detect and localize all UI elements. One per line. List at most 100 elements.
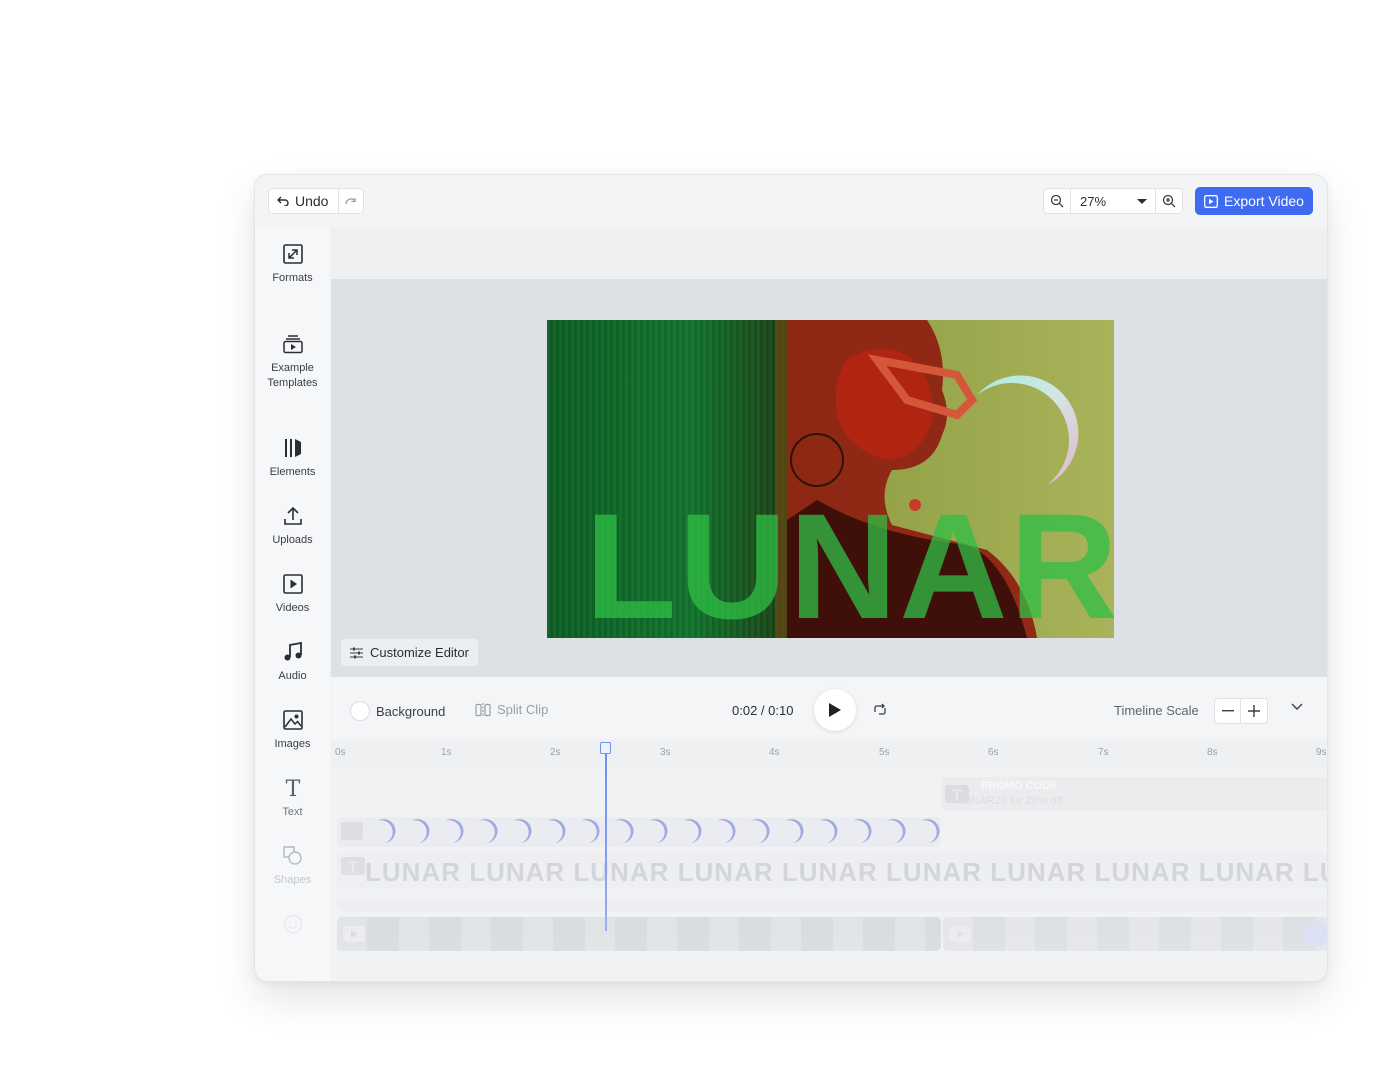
video-editor-window: Undo 27% Export Video Formats Example Te… xyxy=(254,174,1328,982)
redo-button[interactable] xyxy=(339,189,363,213)
ruler-tick: 4s xyxy=(769,747,780,758)
undo-icon xyxy=(277,196,289,206)
split-label: Split Clip xyxy=(497,702,549,717)
svg-text:T: T xyxy=(349,860,358,875)
playback-controls: Background Split Clip 0:02 / 0:10 Timeli… xyxy=(331,677,1327,739)
ruler-tick: 8s xyxy=(1207,747,1218,758)
music-icon xyxy=(284,641,302,661)
video-clip[interactable] xyxy=(943,917,1327,951)
sidebar-item-label: Text xyxy=(282,806,303,818)
moon-thumbnails xyxy=(341,819,940,843)
timeline-scale-label: Timeline Scale xyxy=(1114,703,1199,718)
zoom-controls: 27% xyxy=(1043,188,1183,214)
svg-text:T: T xyxy=(285,777,300,799)
background-label: Background xyxy=(376,703,446,719)
undo-button[interactable]: Undo xyxy=(269,189,340,213)
zoom-value: 27% xyxy=(1080,193,1107,209)
elements-icon xyxy=(284,439,301,457)
text-clip-subtitle: LUNAR20 for 20% off xyxy=(957,795,1063,807)
ruler-tick: 6s xyxy=(988,747,999,758)
redo-icon xyxy=(345,198,357,205)
export-label: Export Video xyxy=(1224,193,1304,209)
upload-icon xyxy=(283,506,302,525)
play-icon xyxy=(829,703,841,717)
ruler-tick: 3s xyxy=(660,747,671,758)
headline-text-clip[interactable]: T LUNAR LUNAR LUNAR LUNAR LUNAR LUNAR LU… xyxy=(337,853,1327,889)
zoom-select[interactable]: 27% xyxy=(1070,189,1156,213)
sidebar-item-elements[interactable]: Elements xyxy=(255,437,330,480)
customize-editor-button[interactable]: Customize Editor xyxy=(341,639,478,666)
background-toggle[interactable]: Background xyxy=(350,701,445,721)
ruler-tick: 2s xyxy=(550,747,561,758)
sidebar-item-images[interactable]: Images xyxy=(255,709,330,752)
sidebar-item-label: Elements xyxy=(269,466,316,478)
clip-end-marker xyxy=(1303,921,1327,947)
text-clip-icon: T xyxy=(341,857,365,875)
timeline-tracks: T PROMO CODE LUNAR20 for 20% off T LUNAR… xyxy=(331,767,1327,981)
headline-track-text: LUNAR LUNAR LUNAR LUNAR LUNAR LUNAR LUNA… xyxy=(365,857,1327,887)
scale-increase-button[interactable] xyxy=(1241,699,1267,723)
playhead[interactable] xyxy=(605,747,607,931)
text-clip-title: PROMO CODE xyxy=(981,780,1058,792)
top-toolbar: Undo 27% Export Video xyxy=(255,175,1327,227)
video-icon xyxy=(282,574,303,594)
formats-icon xyxy=(282,244,303,264)
minus-icon xyxy=(1221,710,1234,712)
sidebar: Formats Example Templates Elements Uploa… xyxy=(255,227,330,981)
export-video-button[interactable]: Export Video xyxy=(1195,187,1313,215)
plus-icon xyxy=(1248,705,1260,717)
chevron-down-icon xyxy=(1137,198,1147,204)
timeline: 0s 1s 2s 3s 4s 5s 6s 7s 8s 9s T PROMO CO… xyxy=(331,739,1327,981)
text-clip[interactable]: T PROMO CODE LUNAR20 for 20% off xyxy=(941,777,1327,811)
sidebar-item-shapes[interactable]: Shapes xyxy=(255,845,330,888)
sidebar-item-uploads[interactable]: Uploads xyxy=(255,505,330,548)
sidebar-item-label: Example Templates xyxy=(267,362,318,389)
loop-icon[interactable] xyxy=(872,703,888,717)
zoom-out-button[interactable] xyxy=(1044,189,1070,213)
video-clip-icon xyxy=(343,926,365,942)
background-swatch[interactable] xyxy=(350,701,370,721)
split-icon xyxy=(475,702,491,717)
play-button[interactable] xyxy=(814,689,856,731)
caption-strip[interactable] xyxy=(337,899,1327,911)
sidebar-item-label: Formats xyxy=(272,272,313,284)
sidebar-item-templates[interactable]: Example Templates xyxy=(255,333,330,391)
video-canvas[interactable]: LUNAR xyxy=(547,320,1114,638)
templates-icon xyxy=(282,335,303,354)
image-icon xyxy=(282,710,303,730)
time-readout: 0:02 / 0:10 xyxy=(732,703,794,718)
ruler-tick: 7s xyxy=(1098,747,1109,758)
preview-stage: LUNAR Customize Editor xyxy=(331,279,1327,677)
zoom-in-button[interactable] xyxy=(1156,189,1182,213)
timeline-scale-controls xyxy=(1214,698,1268,724)
sidebar-item-audio[interactable]: Audio xyxy=(255,641,330,684)
sticker-clip[interactable] xyxy=(337,817,941,847)
timeline-ruler[interactable]: 0s 1s 2s 3s 4s 5s 6s 7s 8s 9s xyxy=(331,739,1327,767)
ruler-tick: 9s xyxy=(1316,747,1327,758)
ruler-tick: 5s xyxy=(879,747,890,758)
stage-header xyxy=(331,227,1327,279)
zoom-in-icon xyxy=(1162,194,1176,208)
sidebar-item-label: Audio xyxy=(278,670,307,682)
export-video-icon xyxy=(1204,194,1218,208)
sidebar-item-label: Videos xyxy=(275,602,310,614)
chevron-down-icon[interactable] xyxy=(1291,703,1303,711)
shapes-icon xyxy=(282,846,302,865)
scale-decrease-button[interactable] xyxy=(1215,699,1241,723)
history-controls: Undo xyxy=(268,188,365,214)
playhead-handle[interactable] xyxy=(600,742,611,754)
video-frame: LUNAR xyxy=(547,320,1114,638)
video-clip[interactable] xyxy=(337,917,941,951)
sliders-icon xyxy=(350,647,363,658)
sidebar-item-text[interactable]: T Text xyxy=(255,777,330,820)
sidebar-item-videos[interactable]: Videos xyxy=(255,573,330,616)
sidebar-item-label: Shapes xyxy=(273,874,312,886)
ruler-tick: 1s xyxy=(441,747,452,758)
ruler-tick: 0s xyxy=(335,747,346,758)
zoom-out-icon xyxy=(1050,194,1064,208)
sticker-icon xyxy=(283,914,302,934)
sidebar-item-label: Images xyxy=(274,738,311,750)
sidebar-item-formats[interactable]: Formats xyxy=(255,243,330,286)
split-clip-button[interactable]: Split Clip xyxy=(475,702,548,717)
sidebar-item-stickers[interactable] xyxy=(255,913,330,935)
